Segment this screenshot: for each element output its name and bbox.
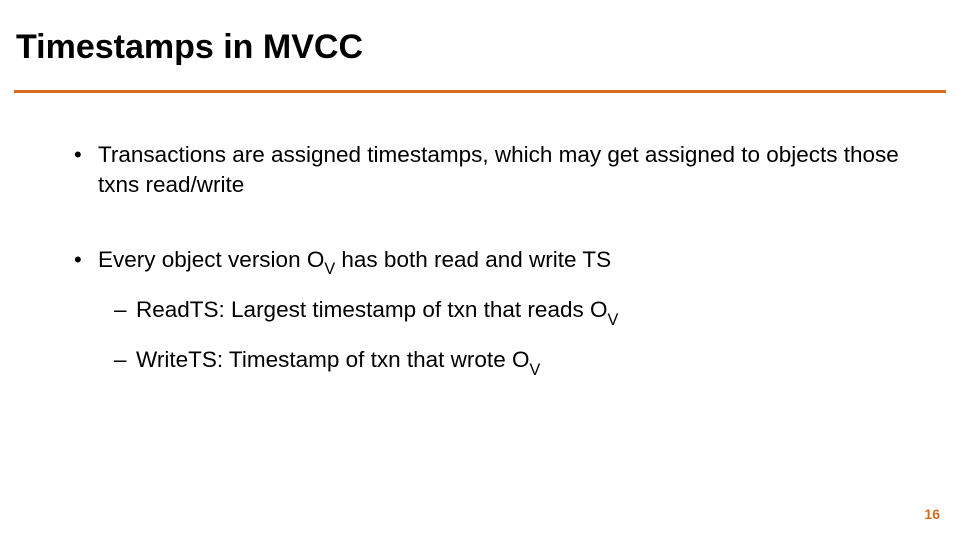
list-item: WriteTS: Timestamp of txn that wrote OV [114, 345, 900, 379]
bullet-list: Transactions are assigned timestamps, wh… [70, 140, 900, 380]
bullet-text: Every object version O [98, 247, 324, 272]
list-item: Transactions are assigned timestamps, wh… [70, 140, 900, 201]
sub-bullet-list: ReadTS: Largest timestamp of txn that re… [114, 295, 900, 380]
list-item: Every object version OV has both read an… [70, 245, 900, 380]
bullet-text: Transactions are assigned timestamps, wh… [98, 142, 899, 197]
slide-title: Timestamps in MVCC [16, 28, 363, 67]
bullet-text: has both read and write TS [335, 247, 611, 272]
title-divider [14, 90, 946, 93]
slide-body: Transactions are assigned timestamps, wh… [70, 140, 900, 424]
slide: Timestamps in MVCC Transactions are assi… [0, 0, 960, 540]
subscript: V [607, 311, 618, 329]
page-number: 16 [924, 506, 940, 522]
bullet-text: ReadTS: Largest timestamp of txn that re… [136, 297, 607, 322]
bullet-text: WriteTS: Timestamp of txn that wrote O [136, 347, 529, 372]
subscript: V [529, 361, 540, 379]
subscript: V [324, 260, 335, 278]
list-item: ReadTS: Largest timestamp of txn that re… [114, 295, 900, 329]
